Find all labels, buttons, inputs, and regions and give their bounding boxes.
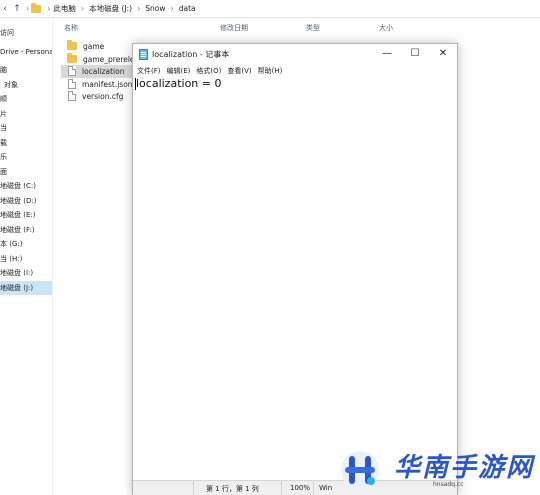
window-title: localization - 记事本 (152, 50, 230, 59)
watermark-brand: 华南手游网 (394, 453, 535, 483)
back-arrow-icon[interactable]: ‹ (0, 4, 10, 14)
chevron-right-icon: › (137, 4, 141, 13)
nav-item-documents[interactable]: 当 (0, 121, 52, 136)
minimize-button[interactable]: — (373, 46, 401, 62)
menu-edit[interactable]: 编辑(E) (167, 66, 191, 76)
breadcrumb-data[interactable]: data (179, 4, 196, 13)
address-bar[interactable]: ‹ ↑ › › 此电脑 › 本地磁盘 (J:) › Snow › data (0, 0, 540, 18)
nav-item-drive-g[interactable]: 本 (G:) (0, 237, 52, 252)
nav-item-onedrive[interactable]: Drive - Persona (0, 45, 52, 60)
column-header-name[interactable]: 名称 (64, 23, 78, 33)
nav-item-drive-i[interactable]: 地磁盘 (I:) (0, 266, 52, 281)
notepad-window[interactable]: localization - 记事本 — ☐ ✕ 文件(F) 编辑(E) 格式(… (132, 43, 458, 495)
text-editor[interactable]: localization = 0 (133, 77, 457, 480)
title-bar[interactable]: localization - 记事本 — ☐ ✕ (133, 44, 457, 65)
chevron-right-icon: › (80, 4, 85, 13)
nav-item-quick-access[interactable]: 访问 (0, 26, 52, 41)
nav-item-drive-h[interactable]: 当 (H:) (0, 252, 52, 267)
chevron-right-icon: › (47, 4, 51, 13)
breadcrumb-this-pc[interactable]: 此电脑 (53, 3, 76, 14)
file-name: localization (82, 66, 125, 76)
file-icon (68, 79, 76, 90)
status-divider (193, 482, 194, 495)
breadcrumb-drive-j[interactable]: 本地磁盘 (J:) (89, 3, 132, 14)
maximize-button[interactable]: ☐ (401, 46, 429, 62)
folder-icon (67, 40, 77, 51)
menu-format[interactable]: 格式(O) (196, 66, 221, 76)
column-header-type[interactable]: 类型 (306, 23, 320, 33)
nav-item-drive-e[interactable]: 地磁盘 (E:) (0, 208, 52, 223)
nav-item-downloads[interactable]: 载 (0, 136, 52, 151)
nav-item-pictures[interactable]: 片 (0, 107, 52, 122)
nav-item-videos[interactable]: 顺 (0, 92, 52, 107)
nav-item-drive-f[interactable]: 地磁盘 (F:) (0, 223, 52, 238)
editor-content: localization = 0 (136, 77, 222, 90)
nav-item-drive-d[interactable]: 地磁盘 (D:) (0, 194, 52, 209)
nav-item-music[interactable]: 乐 (0, 150, 52, 165)
close-button[interactable]: ✕ (429, 46, 457, 62)
line-ending: Win (319, 484, 333, 492)
status-divider (281, 482, 282, 495)
column-header-modified[interactable]: 修改日期 (220, 23, 248, 33)
navigation-pane: 访问 Drive - Persona 脑 对象 顺 片 当 载 乐 面 地磁盘 … (0, 18, 53, 495)
cursor-position: 第 1 行，第 1 列 (206, 485, 259, 493)
menu-view[interactable]: 查看(V) (227, 66, 251, 76)
zoom-level: 100% (290, 484, 311, 492)
column-headers: 名称 修改日期 类型 大小 (53, 18, 540, 36)
nav-item-drive-c[interactable]: 地磁盘 (C:) (0, 179, 52, 194)
file-icon (68, 66, 76, 77)
notepad-icon (139, 49, 148, 60)
folder-icon (31, 2, 42, 13)
up-arrow-icon[interactable]: ↑ (10, 4, 24, 14)
file-icon (68, 91, 76, 102)
hnsadq-logo-icon (341, 451, 379, 489)
breadcrumb-snow[interactable]: Snow (145, 4, 165, 13)
file-name: version.cfg (82, 91, 124, 101)
watermark-url: hnsadq.cc (433, 481, 464, 488)
menu-file[interactable]: 文件(F) (137, 66, 161, 76)
menu-bar: 文件(F) 编辑(E) 格式(O) 查看(V) 帮助(H) (133, 65, 457, 77)
nav-item-3d-objects[interactable]: 对象 (0, 78, 52, 93)
watermark: 华南手游网 hnsadq.cc (338, 444, 538, 494)
file-name: manifest.json (82, 79, 133, 89)
chevron-right-icon: › (170, 4, 174, 13)
column-header-size[interactable]: 大小 (379, 23, 393, 33)
nav-item-drive-j[interactable]: 地磁盘 (J:) (0, 280, 52, 295)
status-divider (313, 482, 314, 495)
nav-item-desktop[interactable]: 面 (0, 165, 52, 180)
chevron-right-icon: › (26, 4, 30, 13)
folder-icon (67, 53, 77, 64)
file-name: game (83, 41, 105, 51)
nav-item-this-pc[interactable]: 脑 (0, 63, 52, 78)
menu-help[interactable]: 帮助(H) (258, 66, 283, 76)
